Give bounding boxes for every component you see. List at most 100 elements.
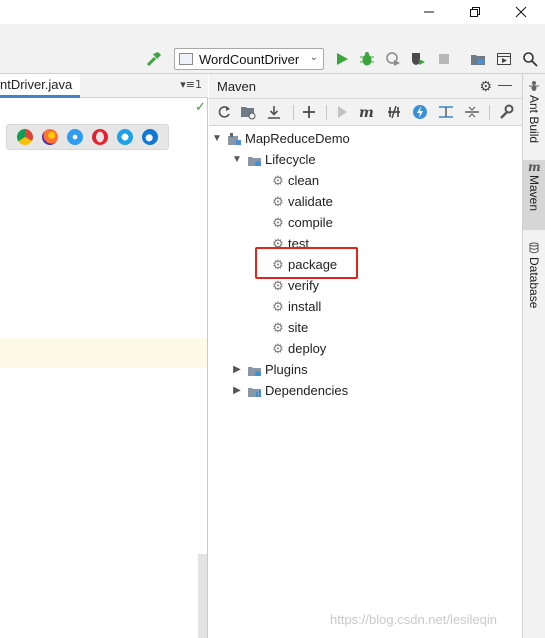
config-icon [179, 53, 193, 65]
watermark-text: https://blog.csdn.net/lesileqin [330, 612, 497, 627]
lifecycle-label: Lifecycle [265, 152, 316, 167]
goal-label: compile [288, 215, 333, 230]
tree-node-project[interactable]: ▼ MapReduceDemo [211, 128, 350, 149]
goal-label: clean [288, 173, 320, 188]
skip-tests-button[interactable] [411, 103, 429, 121]
goal-label: site [288, 320, 309, 335]
close-button[interactable] [498, 0, 544, 24]
maven-tool-window: Maven ⚙ — m ▼ MapReduceDemo ▼ Lifecycle … [209, 74, 522, 638]
run-config-select[interactable]: WordCountDriver ⌄ [174, 48, 324, 70]
chrome-icon[interactable] [17, 129, 34, 145]
maven-settings-button[interactable] [497, 103, 515, 121]
editor-pane: ntDriver.java ▾≡1 ✓ [0, 74, 208, 638]
main-toolbar: WordCountDriver ⌄ [0, 44, 545, 74]
firefox-icon[interactable] [42, 129, 59, 145]
presentation-button[interactable] [494, 49, 514, 69]
tree-node-lifecycle[interactable]: ▼ Lifecycle [231, 149, 316, 170]
goal-label: verify [288, 278, 320, 293]
reload-button[interactable] [215, 103, 233, 121]
menu-bar [0, 24, 545, 44]
gear-icon: ⚙ [272, 319, 284, 335]
title-bar [0, 0, 545, 24]
collapse-all-button[interactable] [463, 103, 481, 121]
gear-icon: ⚙ [272, 172, 284, 188]
lifecycle-goal-compile[interactable]: ⚙ compile [271, 212, 333, 233]
hammer-icon [146, 52, 161, 67]
goal-label: deploy [288, 341, 327, 356]
collapse-icon [465, 106, 479, 118]
goal-label: validate [288, 194, 333, 209]
ant-icon [529, 81, 539, 91]
svg-text:m: m [359, 105, 374, 119]
reload-icon [218, 106, 230, 118]
stop-button[interactable] [434, 49, 454, 69]
plus-icon [303, 106, 315, 118]
stop-icon [439, 54, 449, 64]
generate-sources-button[interactable] [239, 103, 257, 121]
maven-tab[interactable]: m Maven [523, 160, 545, 230]
gear-icon: ⚙ [272, 277, 284, 293]
right-tool-stripe: Ant Build m Maven Database [522, 74, 545, 638]
tree-node-dependencies[interactable]: ▶ Dependencies [231, 380, 348, 401]
toggle-offline-button[interactable] [385, 103, 403, 121]
lifecycle-goal-site[interactable]: ⚙ site [271, 317, 308, 338]
restore-button[interactable] [452, 0, 498, 24]
plugins-folder-icon [248, 366, 261, 376]
settings-gear-icon[interactable]: ⚙ [479, 78, 492, 95]
run-goal-button[interactable] [333, 103, 351, 121]
run-button[interactable] [332, 49, 352, 69]
add-project-button[interactable] [300, 103, 318, 121]
profiler-icon [412, 53, 425, 65]
safari-icon[interactable] [67, 129, 84, 145]
toolbar-separator [293, 105, 294, 120]
search-everywhere-button[interactable] [520, 49, 540, 69]
lifecycle-goal-validate[interactable]: ⚙ validate [271, 191, 333, 212]
debug-button[interactable] [357, 49, 377, 69]
maven-toolbar: m [209, 99, 522, 126]
browser-popup [6, 124, 169, 150]
gear-icon: ⚙ [272, 214, 284, 230]
execute-maven-goal-button[interactable]: m [358, 103, 376, 121]
hide-panel-icon[interactable]: — [498, 76, 512, 92]
tab-list-menu[interactable]: ▾≡1 [180, 78, 202, 91]
chevron-down-icon: ⌄ [309, 52, 318, 63]
coverage-button[interactable] [383, 49, 403, 69]
ie-icon[interactable] [116, 129, 133, 145]
package-highlight-box [255, 247, 358, 279]
toolbar-separator [326, 105, 327, 120]
folder-refresh-icon [241, 107, 256, 120]
ant-build-tab[interactable]: Ant Build [523, 80, 545, 156]
diagram-icon [439, 106, 453, 118]
plugins-label: Plugins [265, 362, 308, 377]
opera-icon[interactable] [91, 129, 108, 145]
gear-icon: ⚙ [272, 340, 284, 356]
chevron-down-icon[interactable]: ▼ [211, 133, 223, 144]
minimize-button[interactable] [406, 0, 452, 24]
chevron-down-icon[interactable]: ▼ [231, 154, 243, 165]
lifecycle-goal-clean[interactable]: ⚙ clean [271, 170, 319, 191]
project-label: MapReduceDemo [245, 131, 350, 146]
tree-node-plugins[interactable]: ▶ Plugins [231, 359, 308, 380]
download-sources-button[interactable] [265, 103, 283, 121]
project-structure-button[interactable] [468, 49, 488, 69]
maven-m-icon: m [359, 105, 374, 119]
chevron-right-icon[interactable]: ▶ [231, 364, 243, 375]
database-tab[interactable]: Database [523, 242, 545, 314]
goal-label: install [288, 299, 322, 314]
chevron-right-icon[interactable]: ▶ [231, 385, 243, 396]
lifecycle-goal-install[interactable]: ⚙ install [271, 296, 321, 317]
download-icon [268, 106, 280, 119]
close-icon [515, 6, 527, 18]
inspection-ok-icon: ✓ [195, 100, 206, 115]
lifecycle-goal-deploy[interactable]: ⚙ deploy [271, 338, 326, 359]
editor-tab[interactable]: ntDriver.java [0, 74, 81, 98]
ant-build-label: Ant Build [527, 95, 541, 144]
build-button[interactable] [144, 49, 164, 69]
editor-scrollbar[interactable] [198, 554, 207, 638]
show-dependencies-button[interactable] [437, 103, 455, 121]
gear-icon: ⚙ [272, 298, 284, 314]
profile-button[interactable] [408, 49, 428, 69]
dependencies-label: Dependencies [265, 383, 349, 398]
edge-icon[interactable] [141, 129, 158, 145]
lightning-icon [413, 105, 427, 119]
